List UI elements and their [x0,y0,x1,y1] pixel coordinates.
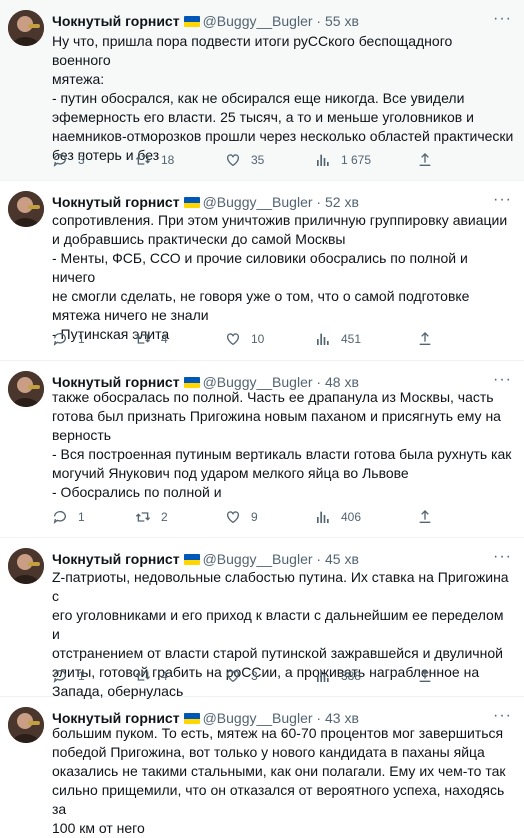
views-button[interactable]: 451 [315,329,361,349]
retweet-button[interactable]: 18 [135,150,174,170]
speech-bubble-icon [53,511,66,524]
reply-button[interactable]: 1 [52,329,85,349]
ukraine-flag-icon [183,197,200,208]
more-dots-icon[interactable]: ··· [493,372,512,388]
retweet-count: 4 [161,332,168,346]
tweet-header: Чокнутый горнист @Buggy__Bugler · 55 хв [52,12,484,30]
tweet-text: большим пуком. То есть, мятеж на 60-70 п… [52,725,506,836]
retweet-button[interactable]: 2 [135,507,168,527]
like-count: 10 [251,332,265,346]
share-upload-icon [419,153,431,166]
like-button[interactable]: 9 [225,507,258,527]
share-button[interactable] [417,666,433,686]
like-button[interactable]: 10 [225,329,264,349]
avatar[interactable] [8,371,44,407]
avatar[interactable] [8,10,44,46]
views-button[interactable]: 406 [315,507,361,527]
views-count: 406 [341,510,362,524]
tweet-actions: 1 4 3 388 [52,666,454,686]
views-count: 1 675 [341,153,372,167]
retweet-arrows-icon [135,334,151,344]
retweet-arrows-icon [135,155,151,165]
more-dots-icon[interactable]: ··· [493,708,512,724]
like-button[interactable]: 35 [225,150,264,170]
views-button[interactable]: 388 [315,666,361,686]
avatar[interactable] [8,191,44,227]
like-count: 9 [251,510,258,524]
speech-bubble-icon [53,333,66,346]
retweet-count: 18 [161,153,175,167]
ukraine-flag-icon [183,377,200,388]
tweet-text: сопротивления. При этом уничтожив прилич… [52,212,508,342]
share-button[interactable] [417,507,433,527]
share-upload-icon [419,669,431,682]
retweet-button[interactable]: 4 [135,666,168,686]
ukraine-flag-icon [183,713,200,724]
tweet-time[interactable]: 52 хв [325,194,359,210]
more-dots-icon[interactable]: ··· [493,192,512,208]
author-handle[interactable]: @Buggy__Bugler [203,194,313,210]
tweet-header: Чокнутый горнист @Buggy__Bugler · 52 хв [52,193,484,211]
bar-chart-icon [317,154,329,166]
heart-icon [227,511,239,524]
tweet-text: Ну что, пришла пора подвести итоги руССк… [52,33,514,163]
reply-button[interactable]: 1 [52,666,85,686]
avatar[interactable] [8,548,44,584]
separator-dot: · [316,551,322,567]
tweet-actions: 3 18 35 1 675 [52,150,454,170]
share-upload-icon [419,510,431,523]
share-button[interactable] [417,150,433,170]
reply-button[interactable]: 1 [52,507,85,527]
tweet-header: Чокнутый горнист @Buggy__Bugler · 45 хв [52,550,484,568]
like-count: 3 [251,669,258,683]
author-name[interactable]: Чокнутый горнист [52,551,180,567]
tweet-actions: 1 2 9 406 [52,507,454,527]
reply-count: 1 [78,510,85,524]
views-count: 388 [341,669,362,683]
retweet-arrows-icon [135,512,151,522]
bar-chart-icon [317,511,329,523]
author-name[interactable]: Чокнутый горнист [52,13,180,29]
avatar[interactable] [8,707,44,743]
reply-count: 1 [78,669,85,683]
tweet[interactable]: Чокнутый горнист @Buggy__Bugler · 43 хв ·… [0,697,524,836]
reply-count: 1 [78,332,85,346]
tweet-time[interactable]: 55 хв [325,13,359,29]
bar-chart-icon [317,670,329,682]
reply-count: 3 [78,153,85,167]
retweet-arrows-icon [135,671,151,681]
heart-icon [227,670,239,683]
bar-chart-icon [317,333,329,345]
reply-button[interactable]: 3 [52,150,85,170]
separator-dot: · [316,13,322,29]
tweet[interactable]: Чокнутый горнист @Buggy__Bugler · 52 хв ·… [0,181,524,361]
heart-icon [227,333,239,346]
more-dots-icon[interactable]: ··· [493,11,512,27]
author-handle[interactable]: @Buggy__Bugler [203,13,313,29]
views-count: 451 [341,332,362,346]
share-button[interactable] [417,329,433,349]
views-button[interactable]: 1 675 [315,150,371,170]
ukraine-flag-icon [183,16,200,27]
ukraine-flag-icon [183,554,200,565]
like-button[interactable]: 3 [225,666,258,686]
speech-bubble-icon [53,670,66,683]
more-dots-icon[interactable]: ··· [493,549,512,565]
tweet-actions: 1 4 10 451 [52,329,454,349]
author-handle[interactable]: @Buggy__Bugler [203,551,313,567]
retweet-count: 4 [161,669,168,683]
share-upload-icon [419,332,431,345]
retweet-button[interactable]: 4 [135,329,168,349]
tweet[interactable]: Чокнутый горнист @Buggy__Bugler · 48 хв ·… [0,361,524,538]
tweet-text: также обосралась по полной. Часть ее дра… [52,389,512,500]
retweet-count: 2 [161,510,168,524]
separator-dot: · [316,194,322,210]
author-name[interactable]: Чокнутый горнист [52,194,180,210]
tweet-time[interactable]: 45 хв [325,551,359,567]
like-count: 35 [251,153,265,167]
tweet[interactable]: Чокнутый горнист @Buggy__Bugler · 55 хв ·… [0,0,524,181]
speech-bubble-icon [53,154,66,167]
tweet[interactable]: Чокнутый горнист @Buggy__Bugler · 45 хв ·… [0,538,524,699]
heart-icon [227,154,239,167]
